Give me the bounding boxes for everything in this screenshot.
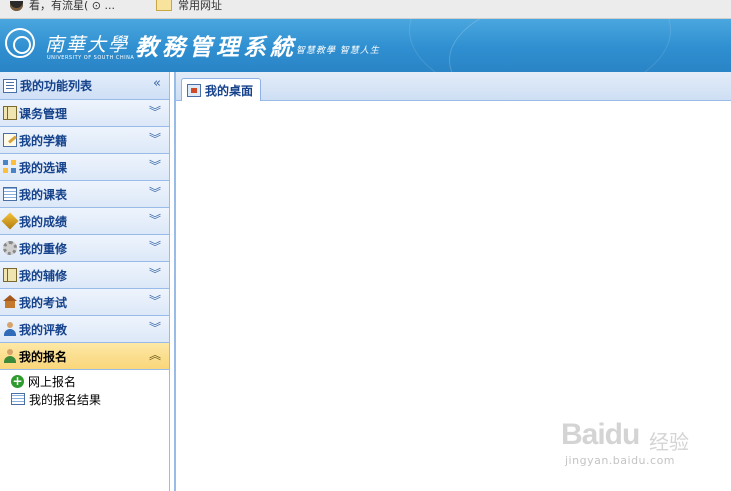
collapse-left-icon[interactable]: « [153, 77, 161, 90]
school-name-en: UNIVERSITY OF SOUTH CHINA [47, 55, 135, 61]
sidebar-item-label: 我的课表 [19, 187, 68, 202]
watermark: Baidu 经验 jingyan.baidu.com [557, 410, 707, 472]
chevron-down-icon[interactable]: ︾ [149, 160, 161, 172]
submenu-item-online-registration[interactable]: + 网上报名 [0, 372, 169, 390]
diamond-icon [1, 212, 19, 230]
gear-icon [3, 241, 17, 255]
sidebar-item-label: 课务管理 [19, 106, 68, 121]
school-name: 南華大學 [45, 34, 130, 56]
sidebar-item-course-selection[interactable]: 我的选课 ︾ [0, 154, 169, 181]
tab-label: 我的桌面 [205, 83, 254, 98]
chevron-down-icon[interactable]: ︾ [149, 133, 161, 145]
header-banner: 南華大學 UNIVERSITY OF SOUTH CHINA 教務管理系統 智慧… [0, 19, 731, 72]
sidebar-item-label: 我的选课 [19, 160, 68, 175]
sidebar-item-retake[interactable]: 我的重修 ︾ [0, 235, 169, 262]
book-icon [3, 106, 17, 120]
chevron-down-icon[interactable]: ︾ [149, 241, 161, 253]
submenu-item-registration-results[interactable]: 我的报名结果 [0, 390, 169, 408]
sidebar-item-label: 我的学籍 [19, 133, 68, 148]
watermark-url: jingyan.baidu.com [565, 454, 676, 467]
sidebar-item-evaluation[interactable]: 我的评教 ︾ [0, 316, 169, 343]
sidebar: 我的功能列表 « 课务管理 ︾ 我的学籍 ︾ 我的选课 ︾ 我的课表 ︾ 我的成… [0, 72, 170, 491]
tab-bar: 我的桌面 [176, 72, 731, 101]
sidebar-item-exams[interactable]: 我的考试 ︾ [0, 289, 169, 316]
registration-submenu: + 网上报名 我的报名结果 [0, 370, 169, 408]
avatar-icon [10, 1, 23, 11]
sidebar-item-minor[interactable]: 我的辅修 ︾ [0, 262, 169, 289]
folder-icon [156, 0, 172, 11]
sidebar-item-registration[interactable]: 我的报名 ︽ [0, 343, 169, 370]
sidebar-item-label: 我的报名 [19, 349, 68, 364]
bookmark-folder-label: 常用网址 [178, 0, 222, 12]
edit-icon [3, 133, 17, 147]
user-icon [3, 322, 17, 336]
sidebar-item-course-management[interactable]: 课务管理 ︾ [0, 100, 169, 127]
chevron-down-icon[interactable]: ︾ [149, 322, 161, 334]
tab-my-desktop[interactable]: 我的桌面 [181, 78, 262, 101]
plus-icon: + [11, 373, 24, 388]
desktop-icon [187, 83, 201, 97]
function-menu: 课务管理 ︾ 我的学籍 ︾ 我的选课 ︾ 我的课表 ︾ 我的成绩 ︾ 我的重修 … [0, 100, 169, 370]
user-icon [3, 349, 17, 363]
baidu-logo: Baidu [561, 418, 640, 451]
chevron-down-icon[interactable]: ︾ [149, 295, 161, 307]
chevron-down-icon[interactable]: ︾ [149, 268, 161, 280]
sidebar-item-label: 我的考试 [19, 295, 68, 310]
sidebar-item-student-status[interactable]: 我的学籍 ︾ [0, 127, 169, 154]
chevron-down-icon[interactable]: ︾ [149, 106, 161, 118]
sidebar-item-label: 我的辅修 [19, 268, 68, 283]
sidebar-item-label: 我的重修 [19, 241, 68, 256]
chevron-up-icon[interactable]: ︽ [149, 349, 161, 361]
university-seal-icon [5, 28, 35, 58]
bookmarks-bar: 看，有流星( ⊙ ... 常用网址 [0, 0, 731, 19]
motto: 智慧教學 智慧人生 [296, 46, 380, 56]
sidebar-item-timetable[interactable]: 我的课表 ︾ [0, 181, 169, 208]
sidebar-header: 我的功能列表 « [0, 72, 169, 100]
grid-icon [3, 160, 17, 174]
sidebar-item-grades[interactable]: 我的成绩 ︾ [0, 208, 169, 235]
chevron-down-icon[interactable]: ︾ [149, 187, 161, 199]
bookmark-label: 看，有流星( ⊙ ... [29, 0, 115, 12]
sidebar-item-label: 我的评教 [19, 322, 68, 337]
table-icon [3, 187, 17, 201]
house-icon [3, 295, 17, 308]
list-icon [11, 393, 25, 405]
sidebar-title: 我的功能列表 [20, 79, 93, 93]
bookmark-item[interactable]: 看，有流星( ⊙ ... [10, 0, 115, 18]
book-icon [3, 268, 17, 282]
list-icon [3, 78, 17, 93]
chevron-down-icon[interactable]: ︾ [149, 214, 161, 226]
sidebar-item-label: 我的成绩 [19, 214, 68, 229]
watermark-text: 经验 [649, 430, 689, 454]
bookmark-folder[interactable]: 常用网址 [156, 0, 222, 18]
system-name: 教務管理系統 [135, 34, 297, 61]
header-decoration [409, 19, 671, 72]
submenu-item-label: 网上报名 [28, 374, 77, 389]
submenu-item-label: 我的报名结果 [29, 392, 102, 407]
